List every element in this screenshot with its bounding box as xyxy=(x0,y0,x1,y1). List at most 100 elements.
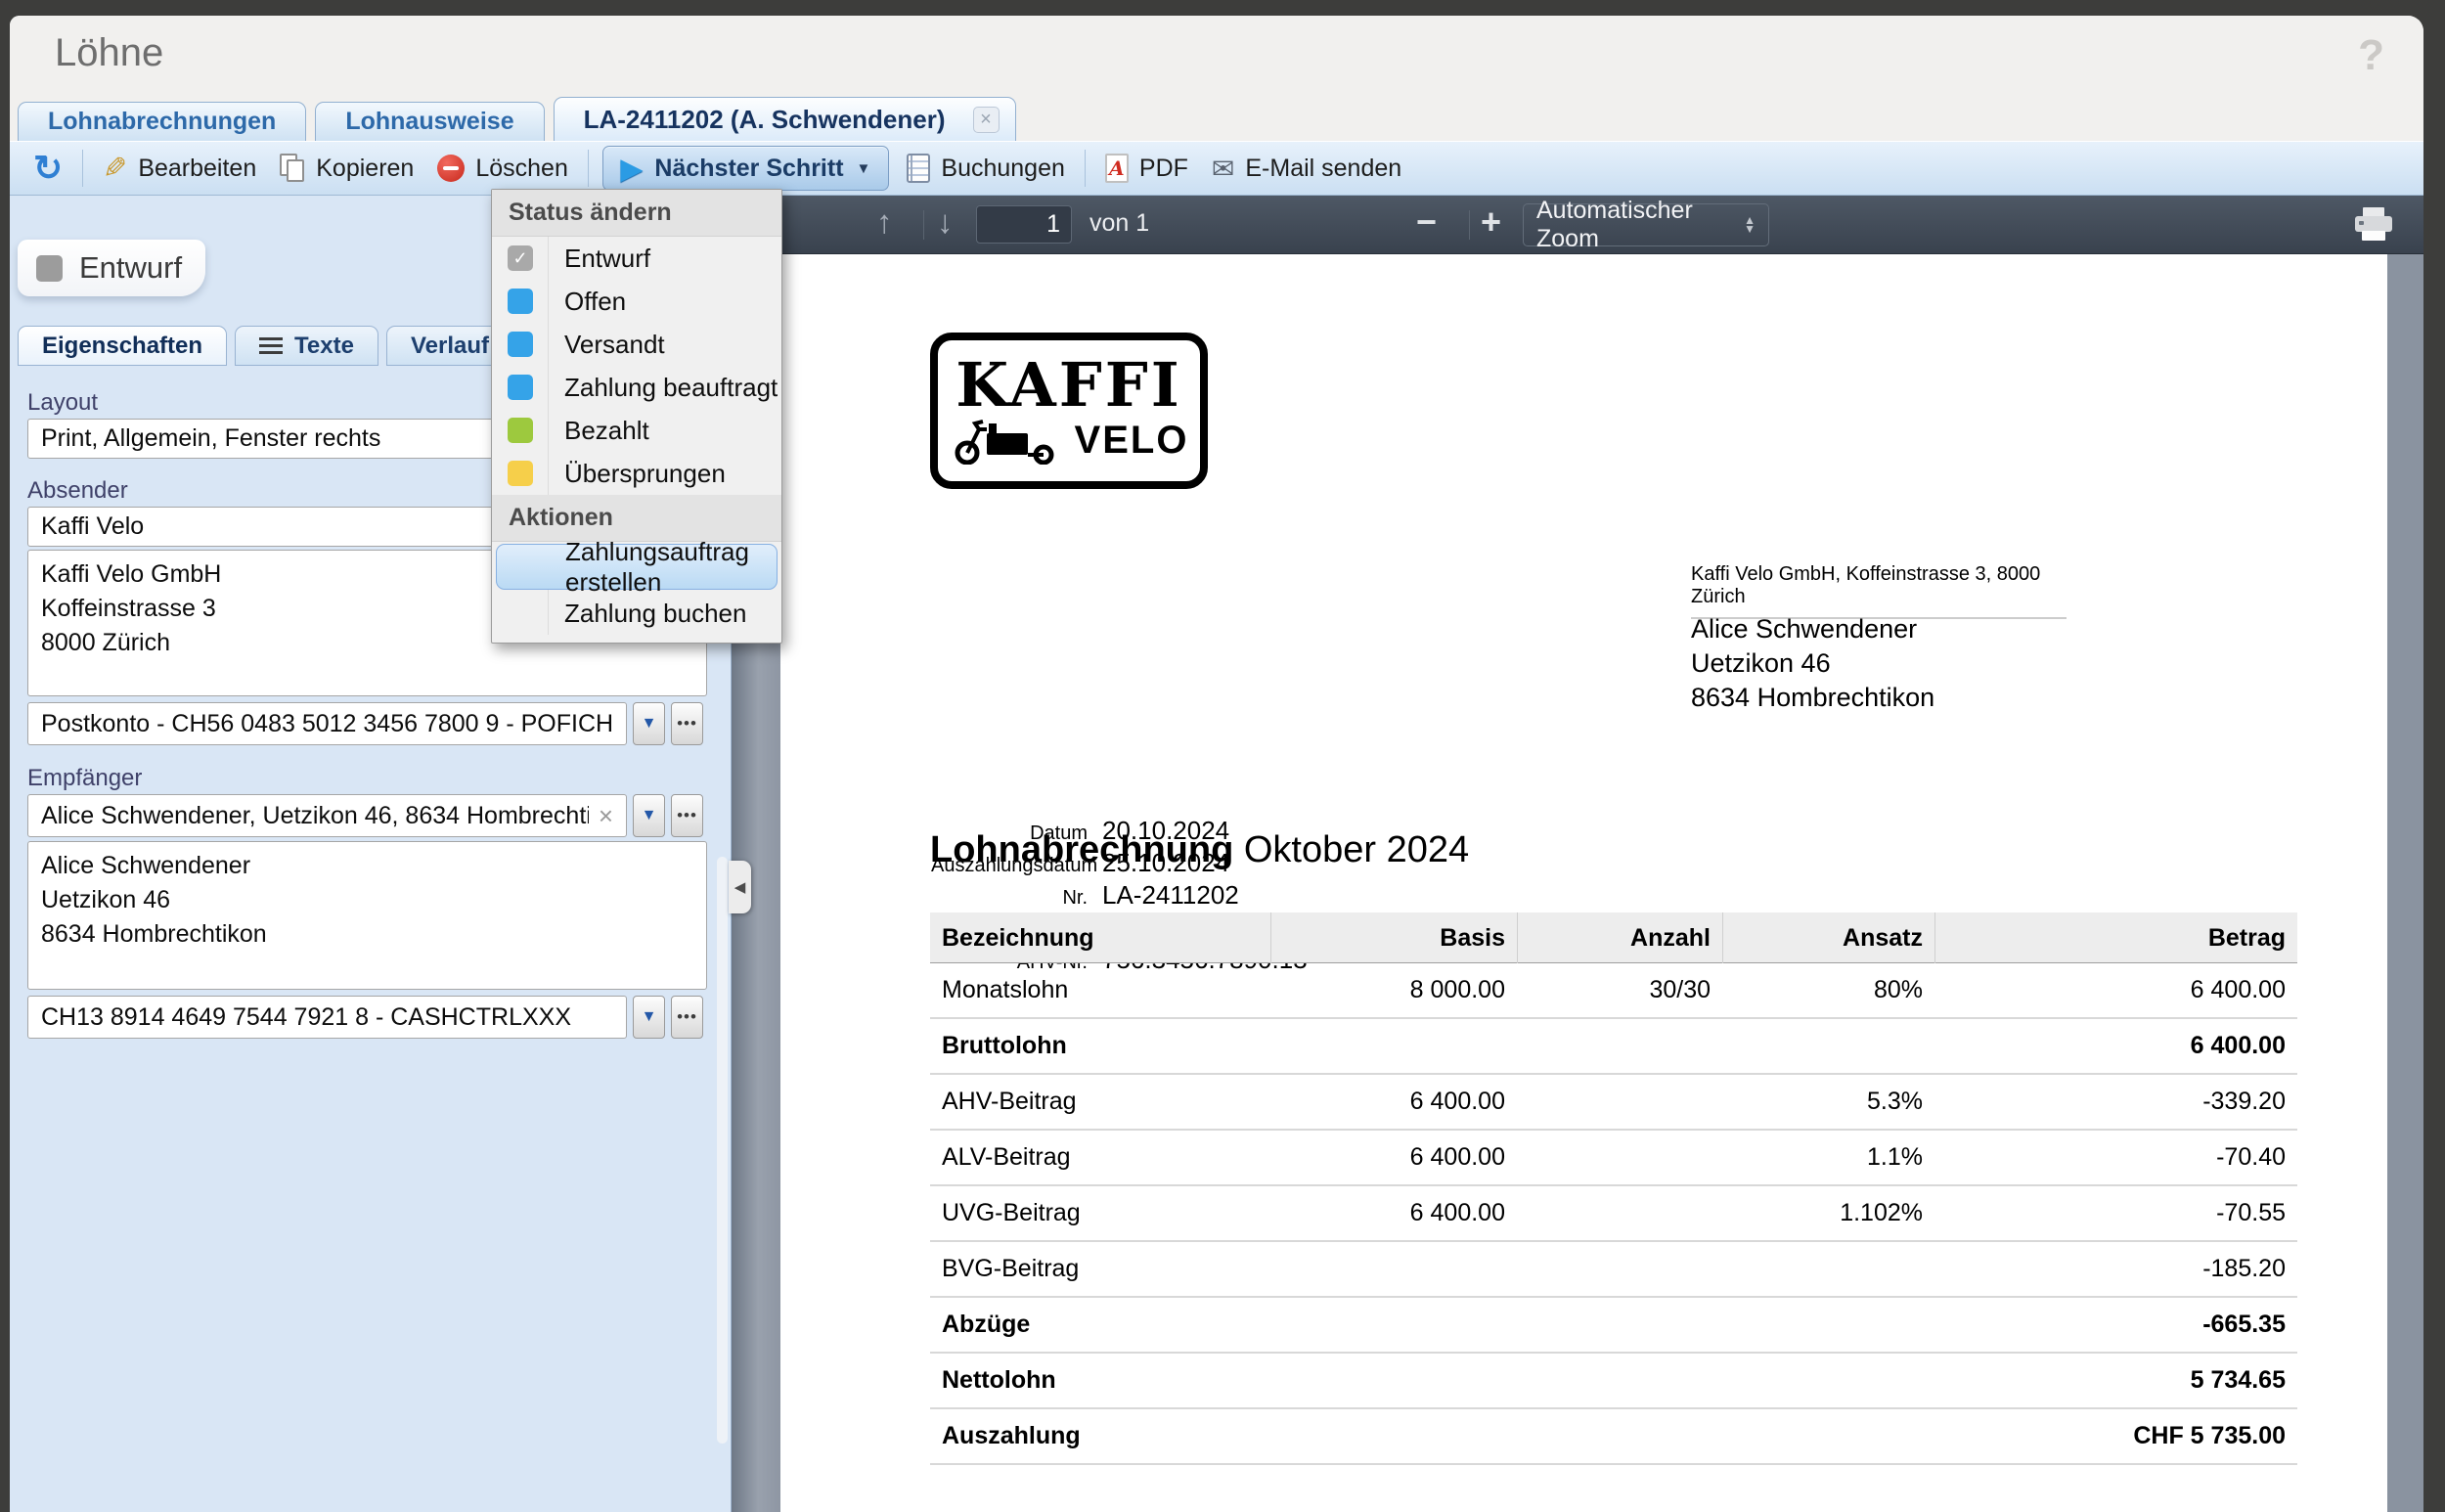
status-square-icon xyxy=(36,255,63,282)
print-icon[interactable] xyxy=(2355,207,2392,243)
tab-label: Eigenschaften xyxy=(42,333,202,360)
company-logo: KAFFI VELO xyxy=(930,333,1208,489)
menu-item-offen[interactable]: Offen xyxy=(492,280,781,323)
zoom-mode-value: Automatischer Zoom xyxy=(1536,197,1744,253)
refresh-icon: ↻ xyxy=(33,151,63,186)
document-recipient-address: Alice Schwendener Uetzikon 46 8634 Hombr… xyxy=(1691,612,1934,715)
blue-status-icon xyxy=(508,289,533,314)
col-basis: Basis xyxy=(1270,912,1517,963)
menu-item-entwurf[interactable]: ✓ Entwurf xyxy=(492,237,781,280)
tab-payslip-active[interactable]: LA-2411202 (A. Schwendener) × xyxy=(554,97,1016,141)
menu-item-zahlung-buchen[interactable]: Zahlung buchen xyxy=(492,592,781,635)
delete-icon xyxy=(437,155,465,182)
envelope-icon: ✉ xyxy=(1212,153,1234,185)
ellipsis-icon: ••• xyxy=(677,811,697,821)
meta-row: Nr. LA-2411202 xyxy=(931,880,1308,912)
journal-icon xyxy=(907,154,930,183)
sender-account-value: Postkonto - CH56 0483 5012 3456 7800 9 -… xyxy=(41,710,613,738)
payslip-table: Bezeichnung Basis Anzahl Ansatz Betrag M… xyxy=(930,912,2297,1465)
blue-status-icon xyxy=(508,332,533,357)
menu-section-status: Status ändern xyxy=(492,190,781,237)
clear-icon[interactable]: × xyxy=(599,801,613,831)
recipient-account-select[interactable]: CH13 8914 4649 7544 7921 8 - CASHCTRLXXX xyxy=(27,996,627,1039)
copy-button[interactable]: Kopieren xyxy=(268,146,425,191)
menu-item-zahlungsauftrag-erstellen[interactable]: Zahlungsauftrag erstellen xyxy=(496,544,778,590)
panel-tabs: Eigenschaften Texte Verlauf xyxy=(18,326,513,366)
recipient-more-button[interactable]: ••• xyxy=(671,794,703,837)
app-window: Löhne ? Lohnabrechnungen Lohnausweise LA… xyxy=(10,16,2423,1512)
toolbar-separator xyxy=(82,150,83,187)
recipient-dropdown-button[interactable]: ▼ xyxy=(633,794,665,837)
tab-eigenschaften[interactable]: Eigenschaften xyxy=(18,326,227,366)
delete-button[interactable]: Löschen xyxy=(425,146,580,191)
tab-texte[interactable]: Texte xyxy=(235,326,378,366)
chevron-down-icon: ▼ xyxy=(857,160,871,177)
page-number-input[interactable]: 1 xyxy=(976,205,1072,244)
menu-item-versandt[interactable]: Versandt xyxy=(492,323,781,366)
action-item-list: Zahlungsauftrag erstellen Zahlung buchen xyxy=(492,544,781,635)
table-row: Auszahlung CHF 5 735.00 xyxy=(930,1409,2297,1465)
col-bezeichnung: Bezeichnung xyxy=(930,912,1270,963)
chevron-down-icon: ▼ xyxy=(642,807,657,824)
recipient-account-dropdown-button[interactable]: ▼ xyxy=(633,996,665,1039)
chevron-down-icon: ▼ xyxy=(642,1008,657,1026)
pdf-button[interactable]: A PDF xyxy=(1093,146,1200,191)
status-badge-label: Entwurf xyxy=(79,250,182,286)
menu-section-aktionen: Aktionen xyxy=(492,495,781,542)
help-icon[interactable]: ? xyxy=(2358,31,2384,80)
yellow-status-icon xyxy=(508,461,533,486)
menu-item-zahlung-beauftragt[interactable]: Zahlung beauftragt xyxy=(492,366,781,409)
text-lines-icon xyxy=(259,337,283,355)
col-ansatz: Ansatz xyxy=(1722,912,1934,963)
zoom-mode-select[interactable]: Automatischer Zoom ▲▼ xyxy=(1523,203,1769,246)
recipient-select[interactable]: Alice Schwendener, Uetzikon 46, 8634 Hom… xyxy=(27,794,627,837)
table-row: ALV-Beitrag 6 400.00 1.1% -70.40 xyxy=(930,1131,2297,1186)
layout-label: Layout xyxy=(27,389,98,417)
play-icon: ▶ xyxy=(621,153,643,185)
recipient-address-textarea[interactable]: Alice Schwendener Uetzikon 46 8634 Hombr… xyxy=(27,841,707,990)
next-step-button[interactable]: ▶ Nächster Schritt ▼ xyxy=(602,146,890,191)
sender-account-select[interactable]: Postkonto - CH56 0483 5012 3456 7800 9 -… xyxy=(27,702,627,745)
select-arrows-icon: ▲▼ xyxy=(1744,216,1756,234)
recipient-account-row: CH13 8914 4649 7544 7921 8 - CASHCTRLXXX… xyxy=(27,996,703,1039)
tab-label: Verlauf xyxy=(411,333,489,360)
document-title-period: Oktober 2024 xyxy=(1233,829,1469,870)
sender-label: Absender xyxy=(27,477,128,505)
sender-account-dropdown-button[interactable]: ▼ xyxy=(633,702,665,745)
tab-label: Texte xyxy=(294,333,354,360)
separator xyxy=(923,210,924,240)
table-row: Bruttolohn 6 400.00 xyxy=(930,1019,2297,1075)
bookings-button[interactable]: Buchungen xyxy=(895,146,1077,191)
tab-lohnausweise[interactable]: Lohnausweise xyxy=(315,102,544,141)
close-icon[interactable]: × xyxy=(973,107,1000,133)
status-badge: Entwurf xyxy=(18,240,205,296)
recipient-value: Alice Schwendener, Uetzikon 46, 8634 Hom… xyxy=(41,802,589,830)
toolbar-separator xyxy=(1085,150,1086,187)
tab-lohnabrechnungen[interactable]: Lohnabrechnungen xyxy=(18,102,306,141)
page-down-icon[interactable]: ↓ xyxy=(937,203,954,241)
recipient-account-more-button[interactable]: ••• xyxy=(671,996,703,1039)
table-row: BVG-Beitrag -185.20 xyxy=(930,1242,2297,1298)
next-step-dropdown-menu: Status ändern ✓ Entwurf Offen Versandt Z… xyxy=(491,189,782,644)
page-up-icon[interactable]: ↑ xyxy=(876,203,893,241)
refresh-button[interactable]: ↻ xyxy=(22,146,74,191)
panel-scrollbar[interactable] xyxy=(717,857,728,1444)
pdf-viewer: ↑ ↓ 1 von 1 − + Automatischer Zoom ▲▼ xyxy=(780,196,2423,1512)
bookings-label: Buchungen xyxy=(941,155,1065,183)
chevron-down-icon: ▼ xyxy=(642,715,657,733)
copy-label: Kopieren xyxy=(316,155,414,183)
zoom-in-button[interactable]: + xyxy=(1481,201,1501,243)
toolbar-separator xyxy=(588,150,589,187)
collapse-panel-handle[interactable]: ◀ xyxy=(729,861,751,913)
col-anzahl: Anzahl xyxy=(1517,912,1722,963)
menu-item-uebersprungen[interactable]: Übersprungen xyxy=(492,452,781,495)
edit-button[interactable]: ✎ Bearbeiten xyxy=(91,146,268,191)
col-betrag: Betrag xyxy=(1934,912,2297,963)
cargo-bike-icon xyxy=(950,416,1067,465)
menu-item-bezahlt[interactable]: Bezahlt xyxy=(492,409,781,452)
toolbar: ↻ ✎ Bearbeiten Kopieren Löschen ▶ Nächst… xyxy=(10,141,2423,196)
send-email-button[interactable]: ✉ E-Mail senden xyxy=(1200,146,1413,191)
zoom-out-button[interactable]: − xyxy=(1416,201,1437,243)
sender-account-more-button[interactable]: ••• xyxy=(671,702,703,745)
desktop-frame: Löhne ? Lohnabrechnungen Lohnausweise LA… xyxy=(0,0,2445,1512)
